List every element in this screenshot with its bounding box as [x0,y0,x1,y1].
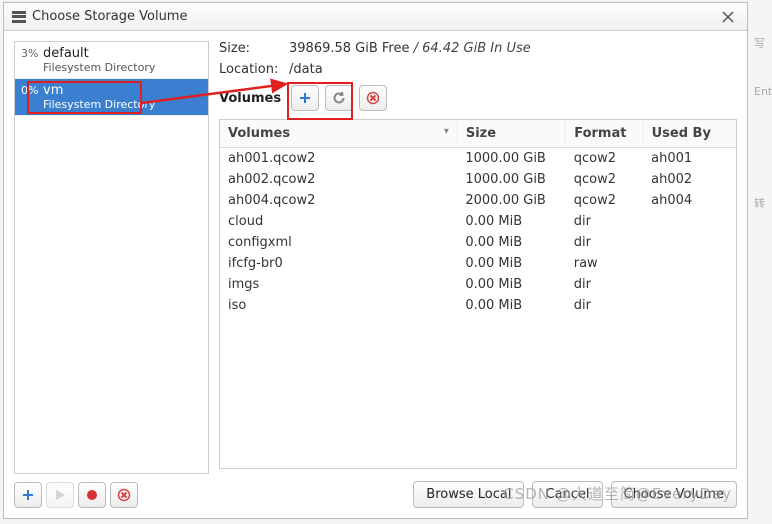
table-row[interactable]: ah002.qcow21000.00 GiBqcow2ah002 [220,169,736,190]
cell-used [643,211,736,232]
col-volumes[interactable]: Volumes▾ [220,120,457,148]
external-sidebar: 写 Ent 转 [748,0,772,524]
dialog-footer: Browse Local Cancel Choose Volume [219,475,737,508]
size-free: 39869.58 GiB Free [289,41,410,56]
cell-vol: ifcfg-br0 [220,253,457,274]
pool-item[interactable]: 0%vmFilesystem Directory [15,79,208,116]
table-row[interactable]: ah004.qcow22000.00 GiBqcow2ah004 [220,190,736,211]
size-row: Size: 39869.58 GiB Free / 64.42 GiB In U… [219,41,737,56]
sort-indicator-icon: ▾ [444,126,449,137]
volumes-table-container: Volumes▾ Size Format Used By ah001.qcow2… [219,119,737,469]
location-row: Location: /data [219,62,737,77]
table-row[interactable]: cloud0.00 MiBdir [220,211,736,232]
volumes-label: Volumes [219,91,281,106]
ext-char-1: 写 [754,35,765,51]
cell-used: ah002 [643,169,736,190]
cell-vol: ah002.qcow2 [220,169,457,190]
pool-subtitle: Filesystem Directory [43,98,202,111]
cell-format: qcow2 [566,190,643,211]
cell-format: dir [566,211,643,232]
add-pool-button[interactable] [14,482,42,508]
table-row[interactable]: ah001.qcow21000.00 GiBqcow2ah001 [220,148,736,170]
sidebar-toolbar [14,482,209,508]
close-icon[interactable] [717,7,739,27]
volumes-table[interactable]: Volumes▾ Size Format Used By ah001.qcow2… [220,120,736,316]
cell-used: ah004 [643,190,736,211]
cell-used [643,253,736,274]
col-size[interactable]: Size [457,120,565,148]
table-row[interactable]: imgs0.00 MiBdir [220,274,736,295]
pool-item[interactable]: 3%defaultFilesystem Directory [15,42,208,79]
cell-size: 0.00 MiB [457,232,565,253]
browse-local-button[interactable]: Browse Local [413,481,524,508]
delete-volume-button[interactable] [359,85,387,111]
cell-size: 1000.00 GiB [457,148,565,170]
ext-char-2: Ent [754,85,772,98]
cell-vol: cloud [220,211,457,232]
cell-used [643,232,736,253]
cell-vol: ah001.qcow2 [220,148,457,170]
refresh-volumes-button[interactable] [325,85,353,111]
cell-vol: configxml [220,232,457,253]
cell-vol: ah004.qcow2 [220,190,457,211]
size-label: Size: [219,41,289,56]
cell-vol: imgs [220,274,457,295]
cell-used [643,274,736,295]
cell-used: ah001 [643,148,736,170]
window-title: Choose Storage Volume [32,9,717,24]
start-pool-button [46,482,74,508]
ext-char-3: 转 [754,195,765,211]
table-header-row: Volumes▾ Size Format Used By [220,120,736,148]
cell-format: qcow2 [566,169,643,190]
dialog-body: 3%defaultFilesystem Directory0%vmFilesys… [4,31,747,518]
table-row[interactable]: ifcfg-br00.00 MiBraw [220,253,736,274]
cell-format: dir [566,232,643,253]
titlebar: Choose Storage Volume [4,3,747,31]
pool-percent: 0% [21,83,43,97]
delete-pool-button[interactable] [110,482,138,508]
cell-vol: iso [220,295,457,316]
cell-size: 0.00 MiB [457,253,565,274]
pool-name: default [43,46,89,61]
cell-size: 0.00 MiB [457,211,565,232]
cell-format: qcow2 [566,148,643,170]
add-volume-button[interactable] [291,85,319,111]
cell-size: 1000.00 GiB [457,169,565,190]
size-value: 39869.58 GiB Free / 64.42 GiB In Use [289,41,531,56]
cell-size: 0.00 MiB [457,295,565,316]
cell-used [643,295,736,316]
cell-format: raw [566,253,643,274]
window-icon [12,11,26,23]
sidebar: 3%defaultFilesystem Directory0%vmFilesys… [14,41,209,508]
main-panel: Size: 39869.58 GiB Free / 64.42 GiB In U… [219,41,737,508]
cell-format: dir [566,295,643,316]
pool-name: vm [43,83,63,98]
pool-list[interactable]: 3%defaultFilesystem Directory0%vmFilesys… [14,41,209,474]
cell-size: 2000.00 GiB [457,190,565,211]
dialog-window: Choose Storage Volume 3%defaultFilesyste… [3,2,748,519]
cell-size: 0.00 MiB [457,274,565,295]
pool-subtitle: Filesystem Directory [43,61,202,74]
choose-volume-button[interactable]: Choose Volume [611,481,737,508]
cell-format: dir [566,274,643,295]
size-used: 64.42 GiB In Use [422,41,531,56]
col-format[interactable]: Format [566,120,643,148]
location-label: Location: [219,62,289,77]
size-sep: / [410,41,423,56]
col-usedby[interactable]: Used By [643,120,736,148]
table-row[interactable]: configxml0.00 MiBdir [220,232,736,253]
volumes-toolbar: Volumes [219,85,737,111]
pool-percent: 3% [21,46,43,60]
table-row[interactable]: iso0.00 MiBdir [220,295,736,316]
cancel-button[interactable]: Cancel [532,481,602,508]
stop-pool-button[interactable] [78,482,106,508]
location-value: /data [289,62,323,77]
